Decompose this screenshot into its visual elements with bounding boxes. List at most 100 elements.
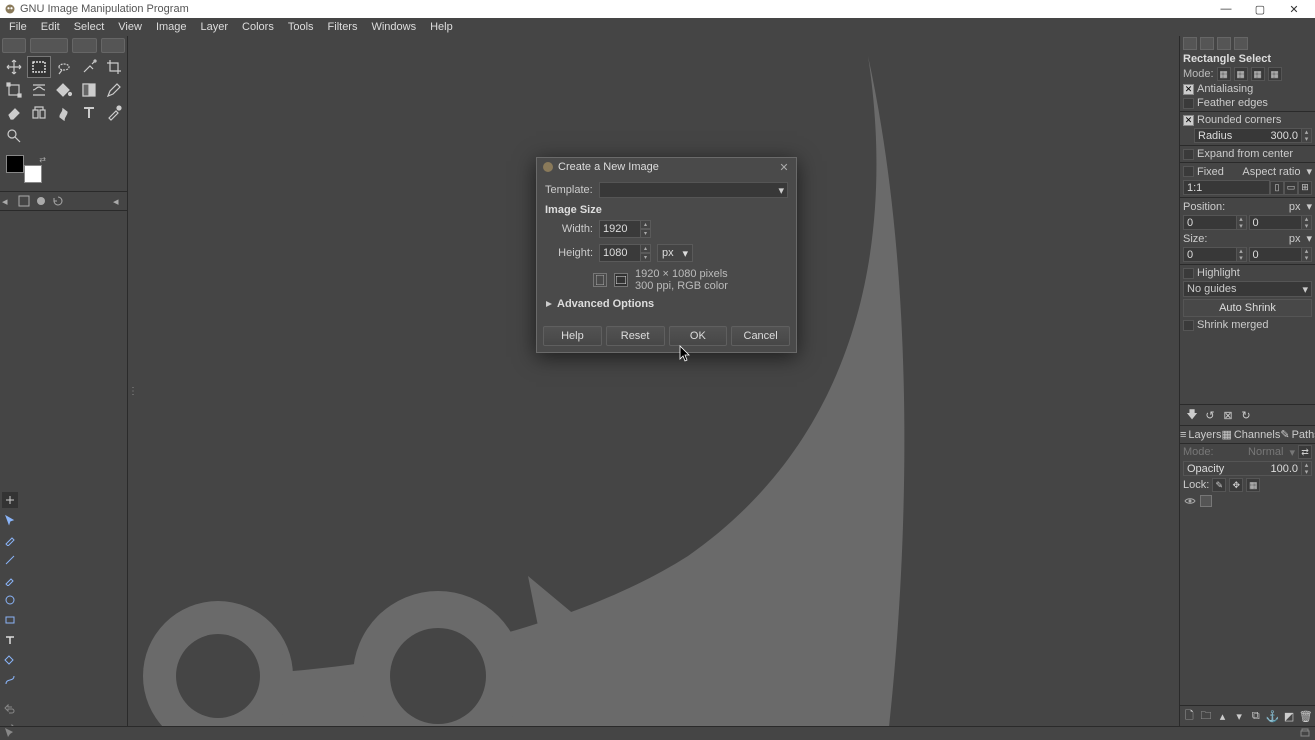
save-preset-icon[interactable]: 🡇 [1184, 407, 1200, 423]
aspect-value-input[interactable]: 1:1 [1183, 180, 1270, 195]
tab-images[interactable] [1217, 37, 1231, 50]
menu-file[interactable]: File [2, 19, 34, 35]
tab-channels[interactable]: ▦Channels [1221, 426, 1280, 443]
tool-move[interactable] [2, 56, 26, 78]
toolbox-tab-2[interactable] [30, 38, 68, 53]
mode-replace[interactable]: ▦ [1217, 67, 1231, 81]
fixed-checkbox[interactable] [1183, 166, 1194, 177]
tool-gradient[interactable] [77, 79, 101, 101]
shrink-merged-checkbox[interactable] [1183, 320, 1194, 331]
tool-pencil[interactable] [102, 79, 126, 101]
menu-view[interactable]: View [111, 19, 149, 35]
expand-checkbox[interactable] [1183, 149, 1194, 160]
tool-clone[interactable] [27, 102, 51, 124]
tool-eraser[interactable] [2, 102, 26, 124]
margin-curve-icon[interactable] [2, 672, 18, 688]
opacity-value[interactable]: 100.0 [1270, 463, 1298, 474]
delete-preset-icon[interactable]: ⊠ [1220, 407, 1236, 423]
antialiasing-checkbox[interactable]: ✕ [1183, 84, 1194, 95]
dock-tab-prev[interactable]: ◂ [2, 195, 14, 208]
margin-add-icon[interactable] [2, 492, 18, 508]
dock-tab-history[interactable] [51, 194, 65, 208]
tool-rect-select[interactable] [27, 56, 51, 78]
reset-button[interactable]: Reset [606, 326, 665, 346]
menu-image[interactable]: Image [149, 19, 194, 35]
tool-text[interactable] [77, 102, 101, 124]
margin-rect-icon[interactable] [2, 612, 18, 628]
tab-layers[interactable]: ≡Layers [1180, 426, 1221, 443]
delete-layer-icon[interactable]: 🗑 [1298, 708, 1313, 724]
pos-y-input[interactable]: 0 [1249, 215, 1303, 230]
size-w-input[interactable]: 0 [1183, 247, 1237, 262]
size-w-spin[interactable]: ▴▾ [1237, 247, 1247, 262]
aspect-landscape[interactable]: ▭ [1284, 181, 1298, 195]
ok-button[interactable]: OK [669, 326, 728, 346]
tool-free-select[interactable] [52, 56, 76, 78]
duplicate-layer-icon[interactable]: ⧉ [1249, 708, 1264, 724]
size-unit-dropdown[interactable]: ▾ [1306, 232, 1312, 245]
tool-zoom[interactable] [2, 125, 26, 147]
margin-line-icon[interactable] [2, 552, 18, 568]
close-button[interactable]: ✕ [1277, 0, 1311, 18]
tool-warp[interactable] [27, 79, 51, 101]
unit-dropdown[interactable]: px▾ [657, 244, 693, 262]
tool-transform[interactable] [2, 79, 26, 101]
position-unit-dropdown[interactable]: ▾ [1306, 200, 1312, 213]
guides-dropdown[interactable]: No guides▾ [1183, 281, 1312, 297]
color-swatches[interactable]: ⇄ [6, 155, 46, 185]
menu-filters[interactable]: Filters [321, 19, 365, 35]
size-h-spin[interactable]: ▴▾ [1302, 247, 1312, 262]
minimize-button[interactable]: — [1209, 0, 1243, 18]
reset-preset-icon[interactable]: ↻ [1238, 407, 1254, 423]
dialog-title-bar[interactable]: Create a New Image ✕ [537, 158, 796, 176]
highlight-checkbox[interactable] [1183, 268, 1194, 279]
layer-visibility-icon[interactable] [1184, 495, 1196, 507]
dock-tab-menu[interactable]: ◂ [113, 195, 125, 208]
tool-bucket[interactable] [52, 79, 76, 101]
new-layer-icon[interactable]: 🗋 [1182, 708, 1197, 724]
aspect-dropdown-icon[interactable]: ▾ [1306, 165, 1312, 178]
merge-layer-icon[interactable]: ⚓ [1265, 708, 1280, 724]
height-input[interactable] [599, 244, 641, 262]
dialog-close-icon[interactable]: ✕ [777, 160, 791, 174]
tab-device[interactable] [1200, 37, 1214, 50]
mask-layer-icon[interactable]: ◩ [1282, 708, 1297, 724]
size-h-input[interactable]: 0 [1249, 247, 1303, 262]
blend-mode-dropdown[interactable]: ▾ [1289, 446, 1295, 459]
landscape-icon[interactable] [614, 273, 628, 287]
margin-circle-icon[interactable] [2, 592, 18, 608]
tab-tool-opts[interactable] [1183, 37, 1197, 50]
background-color[interactable] [24, 165, 42, 183]
layer-item[interactable] [1180, 493, 1315, 509]
menu-colors[interactable]: Colors [235, 19, 281, 35]
toolbox-tab-3[interactable] [72, 38, 96, 53]
lower-layer-icon[interactable]: ▾ [1232, 708, 1247, 724]
margin-pencil-icon[interactable] [2, 532, 18, 548]
lock-position-icon[interactable]: ✥ [1229, 478, 1243, 492]
width-input[interactable] [599, 220, 641, 238]
menu-windows[interactable]: Windows [364, 19, 423, 35]
pos-x-spin[interactable]: ▴▾ [1237, 215, 1247, 230]
help-button[interactable]: Help [543, 326, 602, 346]
width-spinner[interactable]: ▴▾ [641, 220, 651, 238]
auto-shrink-button[interactable]: Auto Shrink [1183, 299, 1312, 317]
menu-layer[interactable]: Layer [194, 19, 236, 35]
tool-smudge[interactable] [52, 102, 76, 124]
pos-x-input[interactable]: 0 [1183, 215, 1237, 230]
toolbox-tab-4[interactable] [101, 38, 125, 53]
margin-dropper-icon[interactable] [2, 572, 18, 588]
pos-y-spin[interactable]: ▴▾ [1302, 215, 1312, 230]
margin-fill-icon[interactable] [2, 652, 18, 668]
advanced-options-expander[interactable]: Advanced Options [545, 298, 788, 310]
mode-subtract[interactable]: ▦ [1251, 67, 1265, 81]
toolbox-tab-1[interactable] [2, 38, 26, 53]
blend-mode-switch[interactable]: ⇄ [1298, 445, 1312, 459]
opacity-spinner[interactable]: ▴▾ [1302, 461, 1312, 476]
aspect-link[interactable]: ⊞ [1298, 181, 1312, 195]
tool-fuzzy-select[interactable] [77, 56, 101, 78]
feather-checkbox[interactable] [1183, 98, 1194, 109]
dock-tab-brushes[interactable] [34, 194, 48, 208]
lock-alpha-icon[interactable]: ▦ [1246, 478, 1260, 492]
lock-pixels-icon[interactable]: ✎ [1212, 478, 1226, 492]
foreground-color[interactable] [6, 155, 24, 173]
